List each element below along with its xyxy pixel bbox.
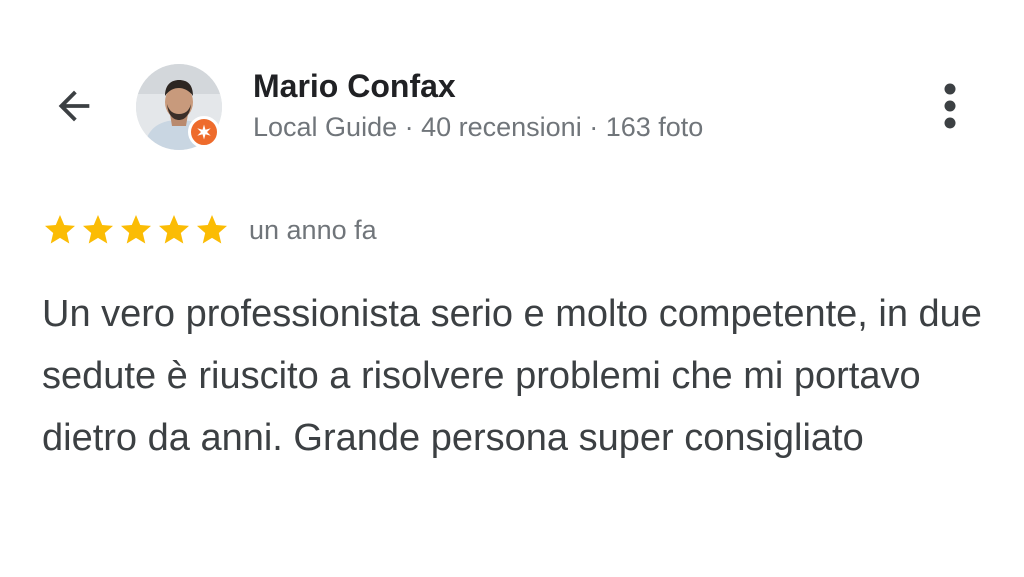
arrow-back-icon xyxy=(58,90,90,122)
star-icon xyxy=(121,215,151,244)
more-vert-icon xyxy=(944,83,956,129)
star-icon xyxy=(159,215,189,244)
review-time: un anno fa xyxy=(249,215,377,245)
back-button[interactable] xyxy=(48,82,100,130)
more-options-button[interactable] xyxy=(928,80,972,132)
star-icon xyxy=(197,215,227,244)
star-icon xyxy=(83,215,113,244)
rating-row: un anno fa xyxy=(42,208,377,252)
reviewer-name[interactable]: Mario Confax xyxy=(253,66,456,106)
review-text: Un vero professionista serio e molto com… xyxy=(42,293,982,459)
local-guide-star-badge-icon xyxy=(197,124,211,140)
star-icon xyxy=(45,215,75,244)
reviewer-meta: Local Guide · 40 recensioni · 163 foto xyxy=(253,112,704,142)
star-rating xyxy=(42,212,230,248)
reviewer-avatar-container[interactable] xyxy=(136,64,222,150)
local-guide-badge xyxy=(188,116,220,148)
